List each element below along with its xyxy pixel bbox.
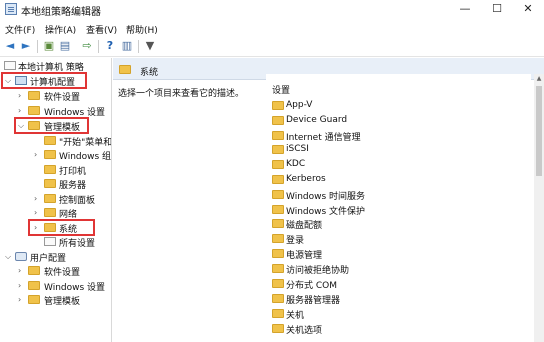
maximize-button[interactable]: ☐ xyxy=(482,0,512,19)
folder-icon xyxy=(44,194,56,203)
menu-bar: 文件(F) 操作(A) 查看(V) 帮助(H) xyxy=(0,19,544,37)
chevron-right-icon[interactable]: › xyxy=(34,208,42,217)
folder-icon xyxy=(272,264,284,273)
folder-icon xyxy=(28,266,40,275)
folder-icon xyxy=(272,131,284,140)
folder-icon xyxy=(44,136,56,145)
folder-icon xyxy=(44,208,56,217)
breadcrumb-label: 系统 xyxy=(140,68,159,78)
show-hide-tree-icon[interactable]: ▤ xyxy=(58,39,72,53)
folder-icon xyxy=(28,106,40,115)
folder-icon xyxy=(272,116,284,125)
toolbar-separator xyxy=(138,40,139,53)
settings-list: 设置 App-V Device Guard Internet 通信管理 iSCS… xyxy=(266,74,531,342)
tree-user-configuration[interactable]: ⌵ 用户配置 xyxy=(0,250,111,264)
minimize-button[interactable]: — xyxy=(450,0,480,19)
tree-all-settings[interactable]: 所有设置 xyxy=(0,235,111,249)
folder-icon xyxy=(28,281,40,290)
menu-file[interactable]: 文件(F) xyxy=(5,23,35,36)
user-icon xyxy=(15,252,27,261)
chevron-right-icon[interactable]: › xyxy=(34,150,42,159)
toolbar-separator xyxy=(98,40,99,53)
folder-icon xyxy=(44,165,56,174)
folder-icon xyxy=(28,91,40,100)
menu-help[interactable]: 帮助(H) xyxy=(126,23,158,36)
toolbar-separator xyxy=(37,40,38,53)
menu-view[interactable]: 查看(V) xyxy=(86,23,117,36)
folder-icon xyxy=(28,295,40,304)
tree-user-administrative-templates[interactable]: › 管理模板 xyxy=(0,293,111,307)
folder-icon xyxy=(272,190,284,199)
chevron-right-icon[interactable]: › xyxy=(18,281,26,290)
group-policy-app-icon xyxy=(5,3,17,15)
column-header-settings[interactable]: 设置 xyxy=(272,83,290,96)
up-folder-icon[interactable]: ▣ xyxy=(42,39,56,53)
chevron-right-icon[interactable]: › xyxy=(18,106,26,115)
folder-icon xyxy=(272,175,284,184)
folder-icon xyxy=(44,150,56,159)
folder-icon xyxy=(272,279,284,288)
folder-icon xyxy=(272,160,284,169)
tree-user-windows-settings[interactable]: › Windows 设置 xyxy=(0,279,111,293)
chevron-down-icon[interactable]: ⌵ xyxy=(5,252,13,261)
folder-icon xyxy=(272,294,284,303)
tree-start-menu[interactable]: "开始"菜单和 xyxy=(0,134,111,148)
highlight-box xyxy=(14,117,89,134)
folder-icon xyxy=(272,249,284,258)
toolbar: ◄ ► ▣ ▤ ⇨ ? ▥ ▼ xyxy=(0,37,544,57)
chevron-right-icon[interactable]: › xyxy=(34,194,42,203)
export-list-icon[interactable]: ⇨ xyxy=(80,39,94,53)
folder-icon xyxy=(272,101,284,110)
all-settings-icon xyxy=(44,237,56,246)
navigation-tree: 本地计算机 策略 ⌵ 计算机配置 › 软件设置 › Windows 设置 ⌵ 管… xyxy=(0,58,112,342)
chevron-right-icon[interactable]: › xyxy=(18,266,26,275)
folder-icon xyxy=(272,219,284,228)
back-arrow-icon[interactable]: ◄ xyxy=(3,39,17,53)
title-bar: 本地组策略编辑器 — ☐ ✕ xyxy=(0,0,544,19)
chevron-right-icon[interactable]: › xyxy=(18,91,26,100)
tree-printers[interactable]: 打印机 xyxy=(0,163,111,177)
properties-icon[interactable]: ▥ xyxy=(120,39,134,53)
folder-icon xyxy=(272,205,284,214)
forward-arrow-icon[interactable]: ► xyxy=(19,39,33,53)
vertical-scrollbar[interactable]: ▲ xyxy=(534,74,544,342)
tree-windows-components[interactable]: › Windows 组 xyxy=(0,148,111,162)
folder-icon xyxy=(44,179,56,188)
scrollbar-thumb[interactable] xyxy=(536,86,542,176)
tree-control-panel[interactable]: › 控制面板 xyxy=(0,192,111,206)
details-pane: 系统 选择一个项目来查看它的描述。 设置 App-V Device Guard … xyxy=(113,58,544,342)
description-text: 选择一个项目来查看它的描述。 xyxy=(118,89,245,99)
tree-server[interactable]: 服务器 xyxy=(0,177,111,191)
folder-icon xyxy=(272,309,284,318)
tree-user-software-settings[interactable]: › 软件设置 xyxy=(0,264,111,278)
menu-action[interactable]: 操作(A) xyxy=(45,23,76,36)
chevron-right-icon[interactable]: › xyxy=(18,295,26,304)
folder-icon xyxy=(272,324,284,333)
policy-document-icon xyxy=(4,61,16,70)
tree-network[interactable]: › 网络 xyxy=(0,206,111,220)
window-title: 本地组策略编辑器 xyxy=(21,7,101,18)
folder-icon xyxy=(119,65,131,74)
close-button[interactable]: ✕ xyxy=(513,0,543,19)
tree-windows-settings[interactable]: › Windows 设置 xyxy=(0,104,111,118)
highlight-box xyxy=(28,219,95,236)
folder-icon xyxy=(272,234,284,243)
folder-icon xyxy=(272,145,284,154)
tree-software-settings[interactable]: › 软件设置 xyxy=(0,89,111,103)
filter-icon[interactable]: ▼ xyxy=(143,39,157,53)
scroll-up-arrow-icon[interactable]: ▲ xyxy=(534,74,544,84)
tree-root[interactable]: 本地计算机 策略 xyxy=(0,59,111,73)
highlight-box xyxy=(1,72,87,89)
help-icon[interactable]: ? xyxy=(103,39,117,53)
